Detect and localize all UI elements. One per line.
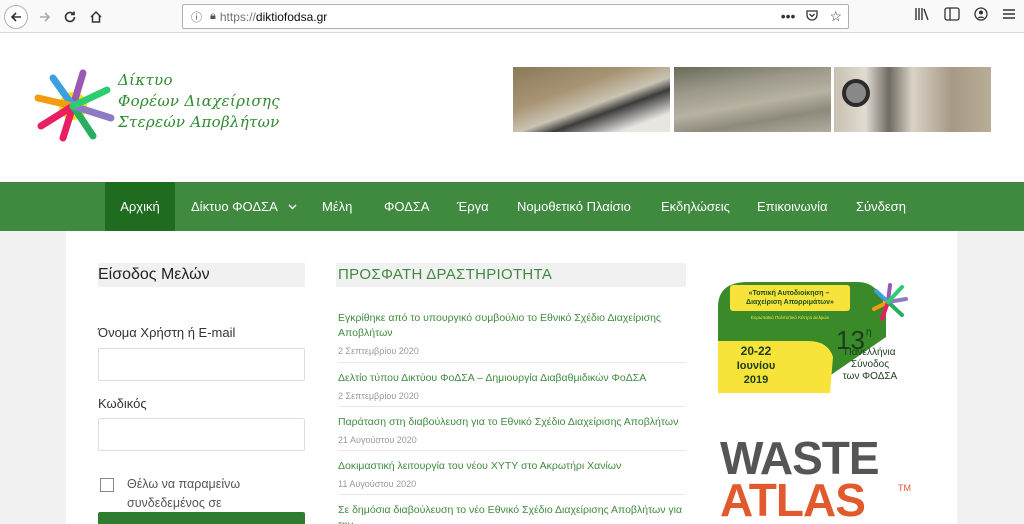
address-bar[interactable]: ⓘ 🔒︎ https://diktiofodsa.gr ••• ☆ <box>182 4 849 29</box>
trademark-mark: TM <box>898 483 911 493</box>
nav-item-members[interactable]: Μέλη <box>322 182 352 231</box>
post-date: 21 Αυγούστου 2020 <box>338 435 417 445</box>
username-field[interactable] <box>98 348 305 381</box>
post-link[interactable]: Δοκιμαστική λειτουργία του νέου ΧΥΤΥ στο… <box>338 459 686 474</box>
login-button[interactable] <box>98 512 305 524</box>
nav-item-network[interactable]: Δίκτυο ΦΟΔΣΑ <box>191 182 297 231</box>
svg-text:η: η <box>866 327 872 338</box>
waste-atlas-word-2: ATLAS <box>720 474 866 524</box>
nav-label: Σύνδεση <box>856 199 906 214</box>
login-title: Είσοδος Μελών <box>98 263 305 287</box>
activity-post: Σε δημόσια διαβούλευση το νέο Εθνικό Σχέ… <box>338 503 686 524</box>
account-icon[interactable] <box>974 7 988 24</box>
url-host: diktiofodsa.gr <box>255 9 328 24</box>
svg-text:2019: 2019 <box>744 374 768 386</box>
svg-text:Πανελλήνια: Πανελλήνια <box>844 346 895 358</box>
reload-icon <box>64 11 76 23</box>
info-icon[interactable]: ⓘ <box>191 9 202 25</box>
back-button[interactable] <box>4 5 28 29</box>
svg-text:Ευρωπαϊκό Πολιτιστικό Κέντρο Δ: Ευρωπαϊκό Πολιτιστικό Κέντρο Δελφών <box>751 314 830 320</box>
nav-label: ΦΟΔΣΑ <box>384 199 430 214</box>
logo-line-3: Στερεών Αποβλήτων <box>118 113 280 131</box>
activity-post: Δοκιμαστική λειτουργία του νέου ΧΥΤΥ στο… <box>338 459 686 495</box>
main-content: Είσοδος Μελών Όνομα Χρήστη ή E-mail Κωδι… <box>66 231 957 524</box>
post-link[interactable]: Δελτίο τύπου Δικτύου ΦοΔΣΑ – Δημιουργία … <box>338 371 686 386</box>
home-button[interactable] <box>84 5 108 29</box>
password-label: Κωδικός <box>98 396 147 411</box>
menu-icon[interactable] <box>1002 7 1016 24</box>
nav-label: Μέλη <box>322 199 353 214</box>
nav-label: Δίκτυο ΦΟΔΣΑ <box>191 199 278 214</box>
arrow-right-icon <box>40 12 51 22</box>
nav-label: Νομοθετικό Πλαίσιο <box>517 199 631 214</box>
chevron-down-icon <box>288 204 297 209</box>
svg-text:των ΦΟΔΣΑ: των ΦΟΔΣΑ <box>843 371 898 382</box>
nav-label: Έργα <box>457 199 489 214</box>
post-link[interactable]: Εγκρίθηκε από το υπουργικό συμβούλιο το … <box>338 311 686 341</box>
activity-post: Εγκρίθηκε από το υπουργικό συμβούλιο το … <box>338 311 686 363</box>
forward-button[interactable] <box>33 5 57 29</box>
reload-button[interactable] <box>58 5 82 29</box>
sidebar-icon[interactable] <box>944 7 960 24</box>
library-icon[interactable] <box>914 7 930 24</box>
nav-item-contact[interactable]: Επικοινωνία <box>757 182 828 231</box>
lock-icon[interactable]: 🔒︎ <box>210 10 216 23</box>
activity-title: ΠΡΟΣΦΑΤΗ ΔΡΑΣΤΗΡΙΟΤΗΤΑ <box>336 263 686 287</box>
home-icon <box>90 10 102 23</box>
activity-post: Δελτίο τύπου Δικτύου ΦοΔΣΑ – Δημιουργία … <box>338 371 686 407</box>
username-label: Όνομα Χρήστη ή E-mail <box>98 325 236 340</box>
main-nav: Αρχική Δίκτυο ΦΟΔΣΑ Μέλη ΦΟΔΣΑ Έργα Νομο… <box>0 182 1024 231</box>
header-photo-landfill <box>513 67 670 132</box>
arrow-left-icon <box>10 12 21 22</box>
post-date: 2 Σεπτεμβρίου 2020 <box>338 346 419 356</box>
nav-item-fodsa[interactable]: ΦΟΔΣΑ <box>384 182 430 231</box>
bookmark-star-icon[interactable]: ☆ <box>829 8 842 25</box>
svg-text:20-22: 20-22 <box>741 344 772 358</box>
nav-label: Εκδηλώσεις <box>661 199 730 214</box>
header-photo-facility <box>834 67 991 132</box>
nav-item-legal[interactable]: Νομοθετικό Πλαίσιο <box>517 182 631 231</box>
url-protocol: https:// <box>219 9 256 24</box>
nav-item-events[interactable]: Εκδηλώσεις <box>661 182 730 231</box>
svg-text:Ιουνίου: Ιουνίου <box>737 360 775 372</box>
remember-label: Θέλω να παραμείνω συνδεδεμένος σε <box>127 477 241 510</box>
post-date: 2 Σεπτεμβρίου 2020 <box>338 391 419 401</box>
event-banner[interactable]: «Τοπική Αυτοδιοίκηση – Διαχείριση Απορρι… <box>718 277 918 393</box>
site-header: Δίκτυο Φορέων Διαχείρισης Στερεών Αποβλή… <box>0 33 1024 182</box>
svg-text:Σύνοδος: Σύνοδος <box>851 358 889 370</box>
logo-line-2: Φορέων Διαχείρισης <box>118 92 280 110</box>
nav-item-projects[interactable]: Έργα <box>457 182 489 231</box>
page-actions-icon[interactable]: ••• <box>781 8 796 25</box>
remember-checkbox[interactable] <box>100 478 114 492</box>
post-link[interactable]: Παράταση στη διαβούλευση για το Εθνικό Σ… <box>338 415 686 430</box>
password-field[interactable] <box>98 418 305 451</box>
logo-line-1: Δίκτυο <box>118 71 173 89</box>
nav-item-login[interactable]: Σύνδεση <box>856 182 906 231</box>
waste-atlas-logo[interactable]: WASTE ATLAS TM <box>718 431 918 524</box>
browser-toolbar: ⓘ 🔒︎ https://diktiofodsa.gr ••• ☆ <box>0 0 1024 33</box>
nav-label: Επικοινωνία <box>757 199 828 214</box>
page: Δίκτυο Φορέων Διαχείρισης Στερεών Αποβλή… <box>0 33 1024 524</box>
url-text[interactable]: https://diktiofodsa.gr <box>220 10 327 24</box>
logo-hands-icon[interactable] <box>33 68 118 143</box>
pocket-icon[interactable] <box>805 8 819 25</box>
site-logo-text[interactable]: Δίκτυο Φορέων Διαχείρισης Στερεών Αποβλή… <box>118 70 280 133</box>
activity-post: Παράταση στη διαβούλευση για το Εθνικό Σ… <box>338 415 686 451</box>
nav-label: Αρχική <box>120 199 160 214</box>
nav-item-home[interactable]: Αρχική <box>105 182 175 231</box>
header-photo-site <box>674 67 831 132</box>
post-link[interactable]: Σε δημόσια διαβούλευση το νέο Εθνικό Σχέ… <box>338 503 686 524</box>
post-date: 11 Αυγούστου 2020 <box>338 479 417 489</box>
